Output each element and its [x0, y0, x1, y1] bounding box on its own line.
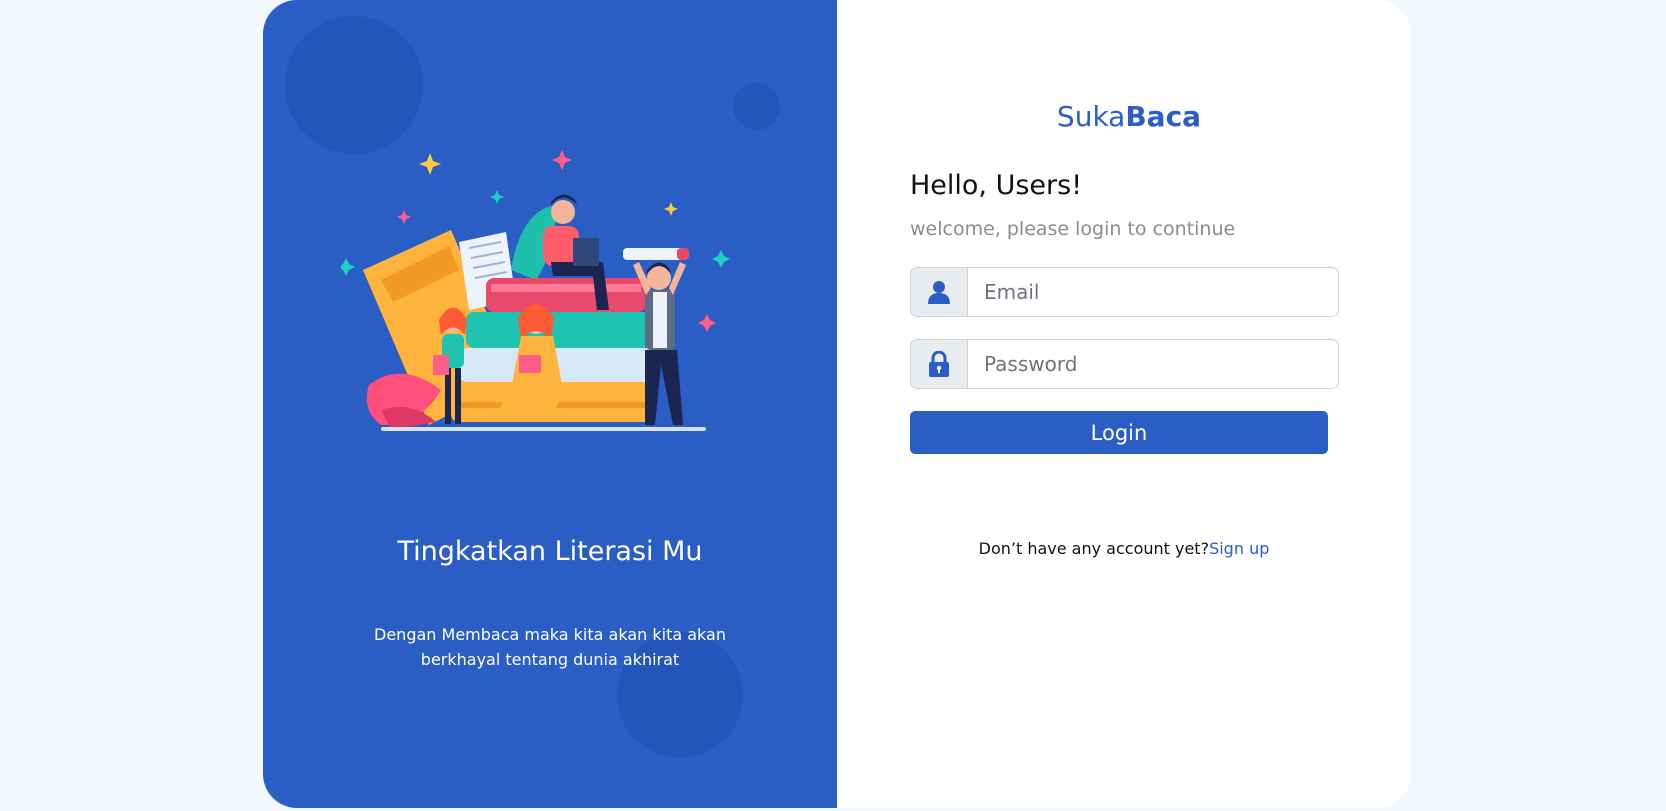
hero-subtitle: Dengan Membaca maka kita akan kita akan … [374, 625, 726, 669]
email-input[interactable] [968, 268, 1338, 316]
brand-part1: Suka [1056, 100, 1126, 133]
signup-link[interactable]: Sign up [1209, 539, 1269, 558]
signup-prompt: Don’t have any account yet?Sign up [837, 539, 1411, 558]
password-input[interactable] [968, 340, 1338, 388]
welcome-text: welcome, please login to continue [910, 218, 1236, 240]
login-panel: SukaBaca Hello, Users! welcome, please l… [837, 0, 1411, 808]
email-field-group [910, 267, 1339, 317]
signup-prompt-text: Don’t have any account yet? [978, 539, 1210, 558]
decor-circle [285, 16, 423, 154]
decor-circle [733, 83, 780, 130]
greeting: Hello, Users! [910, 170, 1083, 201]
login-card: Tingkatkan Literasi Mu Dengan Membaca ma… [263, 0, 1411, 808]
user-icon [911, 268, 968, 316]
hero-title: Tingkatkan Literasi Mu [397, 536, 703, 567]
login-button[interactable]: Login [910, 411, 1328, 454]
hero-panel: Tingkatkan Literasi Mu Dengan Membaca ma… [263, 0, 837, 808]
reading-illustration [341, 150, 730, 431]
password-field-group [910, 339, 1339, 389]
brand-part2: Baca [1125, 100, 1202, 133]
lock-icon [911, 340, 968, 388]
brand-logo: SukaBaca [837, 100, 1411, 133]
